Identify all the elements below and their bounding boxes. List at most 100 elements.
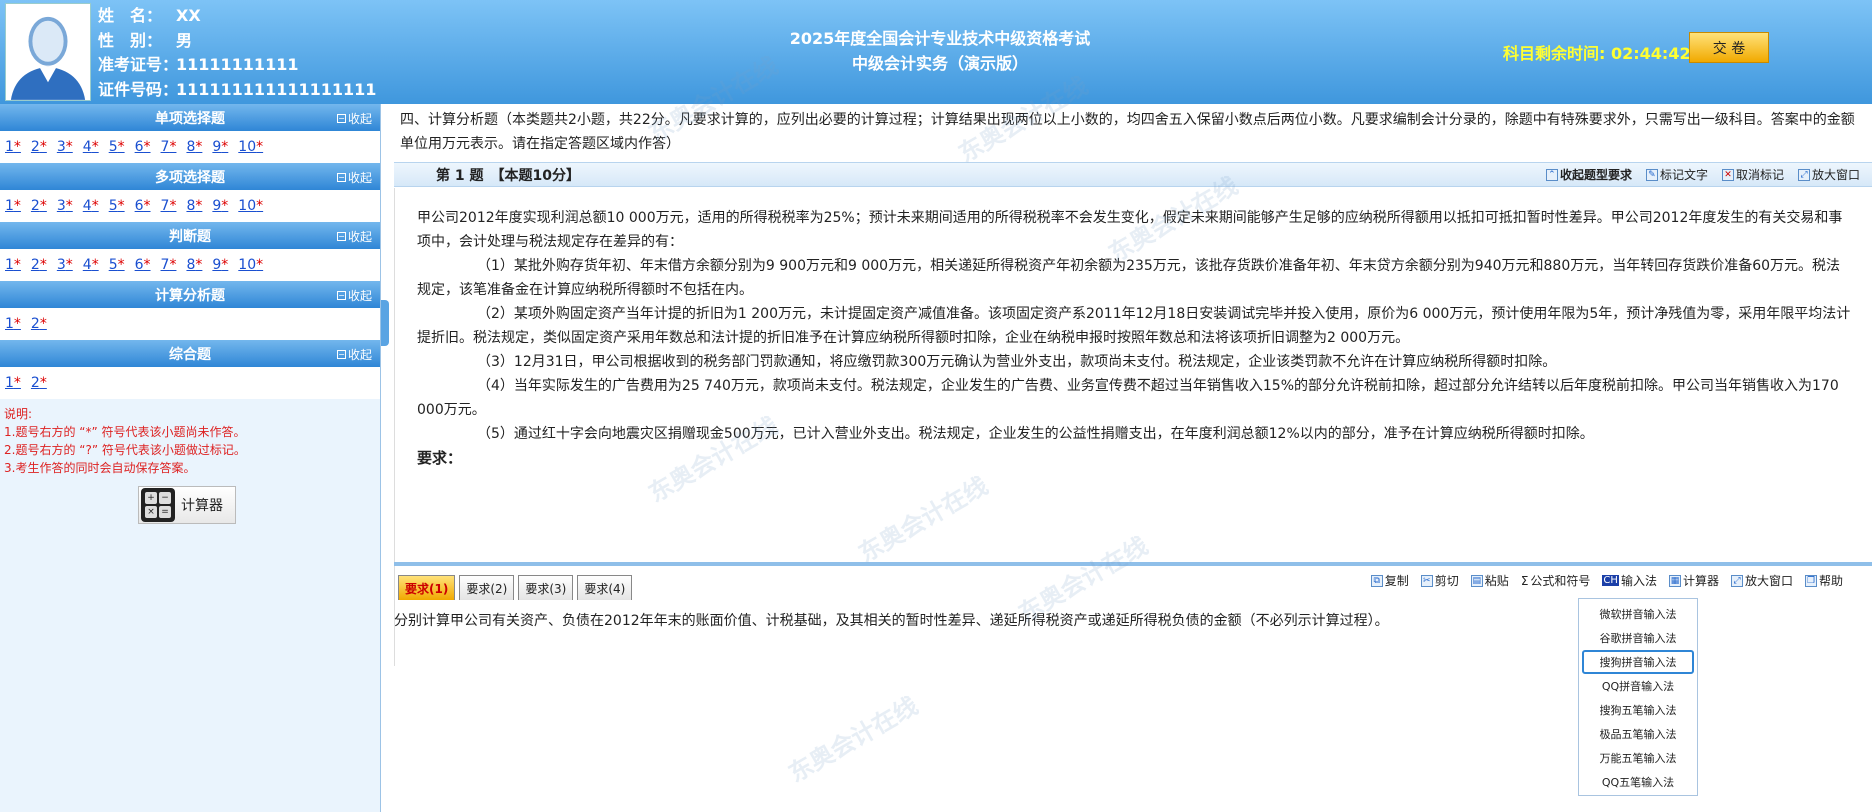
cut-button[interactable]: ✂ 剪切 <box>1420 572 1459 589</box>
ime-option[interactable]: 搜狗拼音输入法 <box>1582 650 1694 674</box>
question-link[interactable]: 7* <box>161 139 177 155</box>
formula-symbol-button[interactable]: Σ 公式和符号 <box>1521 572 1591 589</box>
question-link[interactable]: 9* <box>212 257 228 273</box>
collapse-section-button[interactable]: − 收起 <box>336 169 372 186</box>
copy-button[interactable]: ⧉ 复制 <box>1370 572 1409 589</box>
question-link[interactable]: 6* <box>135 139 151 155</box>
question-link[interactable]: 4* <box>83 139 99 155</box>
question-navigator: 单项选择题 − 收起 1* 2* 3* 4* 5* 6* 7* 8* 9* 10* 多项选择题 − 收起 1* 2… <box>0 104 381 812</box>
question-link-number: 4 <box>82 198 92 214</box>
unanswered-star: * <box>91 257 99 273</box>
question-link[interactable]: 2* <box>31 139 47 155</box>
question-link[interactable]: 10* <box>238 139 263 155</box>
tab-requirement-4[interactable]: 要求(4) <box>577 575 633 600</box>
question-link[interactable]: 2* <box>31 257 47 273</box>
ime-option[interactable]: 微软拼音输入法 <box>1579 602 1697 626</box>
question-link[interactable]: 8* <box>186 139 202 155</box>
collapse-requirements-button[interactable]: ⌃ 收起题型要求 <box>1545 166 1632 183</box>
unanswered-star: * <box>65 257 73 273</box>
paste-button[interactable]: ▤ 粘贴 <box>1470 572 1509 589</box>
ime-option[interactable]: QQ五笔输入法 <box>1579 770 1697 794</box>
question-link[interactable]: 3* <box>57 139 73 155</box>
question-link[interactable]: 6* <box>135 257 151 273</box>
collapse-label: 收起 <box>347 112 372 126</box>
time-remaining: 科目剩余时间: 02:44:42 <box>1503 40 1691 64</box>
section-title: 单项选择题 <box>155 110 225 127</box>
section-header: 多项选择题 − 收起 <box>0 163 380 190</box>
unanswered-star: * <box>256 257 264 273</box>
collapse-section-button[interactable]: − 收起 <box>336 110 372 127</box>
question-link[interactable]: 8* <box>186 257 202 273</box>
question-link[interactable]: 2* <box>31 316 47 332</box>
unanswered-star: * <box>117 257 125 273</box>
input-method-button[interactable]: CH 输入法 <box>1602 572 1657 589</box>
tab-requirement-1[interactable]: 要求(1) <box>398 575 456 600</box>
question-link[interactable]: 9* <box>212 198 228 214</box>
unanswered-star: * <box>221 257 229 273</box>
calculator-icon: + − × = <box>141 488 175 522</box>
collapse-section-button[interactable]: − 收起 <box>336 228 372 245</box>
maximize-answer-button[interactable]: ⤢ 放大窗口 <box>1730 572 1793 589</box>
question-link[interactable]: 2* <box>31 375 47 391</box>
candidate-info: 姓 名： XX 性 别：男准考证号： 11111111111 证件号码： 11111111… <box>98 4 376 102</box>
pane-divider[interactable] <box>394 562 1872 566</box>
question-link[interactable]: 1* <box>5 139 21 155</box>
candidate-field-label: 准考证号： <box>98 55 179 74</box>
question-link[interactable]: 1* <box>5 375 21 391</box>
unmark-button[interactable]: ✕ 取消标记 <box>1721 166 1784 183</box>
unanswered-star: * <box>13 257 21 273</box>
help-button[interactable]: ❐ 帮助 <box>1804 572 1843 589</box>
tab-requirement-3[interactable]: 要求(3) <box>518 575 574 600</box>
ime-option[interactable]: 谷歌拼音输入法 <box>1579 626 1697 650</box>
ime-option[interactable]: QQ拼音输入法 <box>1579 674 1697 698</box>
calculator-button[interactable]: + − × = 计算器 <box>138 486 236 524</box>
question-link[interactable]: 7* <box>161 257 177 273</box>
question-link[interactable]: 5* <box>109 257 125 273</box>
question-paragraph: 甲公司2012年度实现利润总额10 000万元，适用的所得税税率为25%；预计未… <box>417 210 1843 250</box>
question-link-number: 1 <box>5 316 14 332</box>
question-sections: 单项选择题 − 收起 1* 2* 3* 4* 5* 6* 7* 8* 9* 10* 多项选择题 − 收起 1* 2… <box>0 104 380 399</box>
tab-requirement-2[interactable]: 要求(2) <box>459 575 515 600</box>
question-link[interactable]: 10* <box>238 257 263 273</box>
ime-option[interactable]: 搜狗五笔输入法 <box>1579 698 1697 722</box>
question-link[interactable]: 9* <box>212 139 228 155</box>
section-header: 综合题 − 收起 <box>0 340 380 367</box>
collapse-section-button[interactable]: − 收起 <box>336 346 372 363</box>
collapse-label: 收起 <box>347 289 372 303</box>
submit-exam-button[interactable]: 交 卷 <box>1689 32 1769 63</box>
question-link[interactable]: 1* <box>5 257 21 273</box>
question-paragraph: （3）12月31日，甲公司根据收到的税务部门罚款通知，将应缴罚款300万元确认为… <box>477 354 1557 370</box>
question-link[interactable]: 5* <box>109 139 125 155</box>
exam-title: 2025年度全国会计专业技术中级资格考试 <box>789 29 1091 48</box>
question-link-number: 5 <box>108 139 118 155</box>
unanswered-star: * <box>39 316 47 332</box>
maximize-question-button[interactable]: ⤢ 放大窗口 <box>1797 166 1860 183</box>
question-link-number: 10 <box>238 198 257 214</box>
mark-text-button[interactable]: ✎ 标记文字 <box>1645 166 1708 183</box>
question-link[interactable]: 10* <box>238 198 263 214</box>
collapse-section-button[interactable]: − 收起 <box>336 287 372 304</box>
question-link[interactable]: 3* <box>57 257 73 273</box>
question-link[interactable]: 6* <box>135 198 151 214</box>
unanswered-star: * <box>13 139 21 155</box>
question-link[interactable]: 7* <box>161 198 177 214</box>
question-link[interactable]: 2* <box>31 198 47 214</box>
question-link[interactable]: 1* <box>5 316 21 332</box>
question-link[interactable]: 8* <box>186 198 202 214</box>
candidate-info-row: 性 别： 男 <box>98 29 376 54</box>
candidate-info-row: 证件号码： 111111111111111111 <box>98 78 376 103</box>
question-paragraph: （1）某批外购存货年初、年末借方余额分别为9 900万元和9 000万元，相关递… <box>417 258 1841 298</box>
ime-option[interactable]: 极品五笔输入法 <box>1579 722 1697 746</box>
timer-label: 科目剩余时间: <box>1503 44 1606 63</box>
question-link[interactable]: 5* <box>109 198 125 214</box>
question-link[interactable]: 3* <box>57 198 73 214</box>
question-link[interactable]: 4* <box>83 198 99 214</box>
ime-option[interactable]: 万能五笔输入法 <box>1579 746 1697 770</box>
question-link[interactable]: 1* <box>5 198 21 214</box>
question-toolbar: ⌃ 收起题型要求 ✎ 标记文字 ✕ 取消标记 ⤢ 放大窗口 <box>1545 166 1860 183</box>
answer-calculator-button[interactable]: ▦ 计算器 <box>1668 572 1719 589</box>
question-link-number: 2 <box>30 198 40 214</box>
question-link[interactable]: 4* <box>83 257 99 273</box>
candidate-field-label: 性 别： <box>98 30 163 50</box>
sidebar-toggle-handle[interactable] <box>381 300 389 346</box>
